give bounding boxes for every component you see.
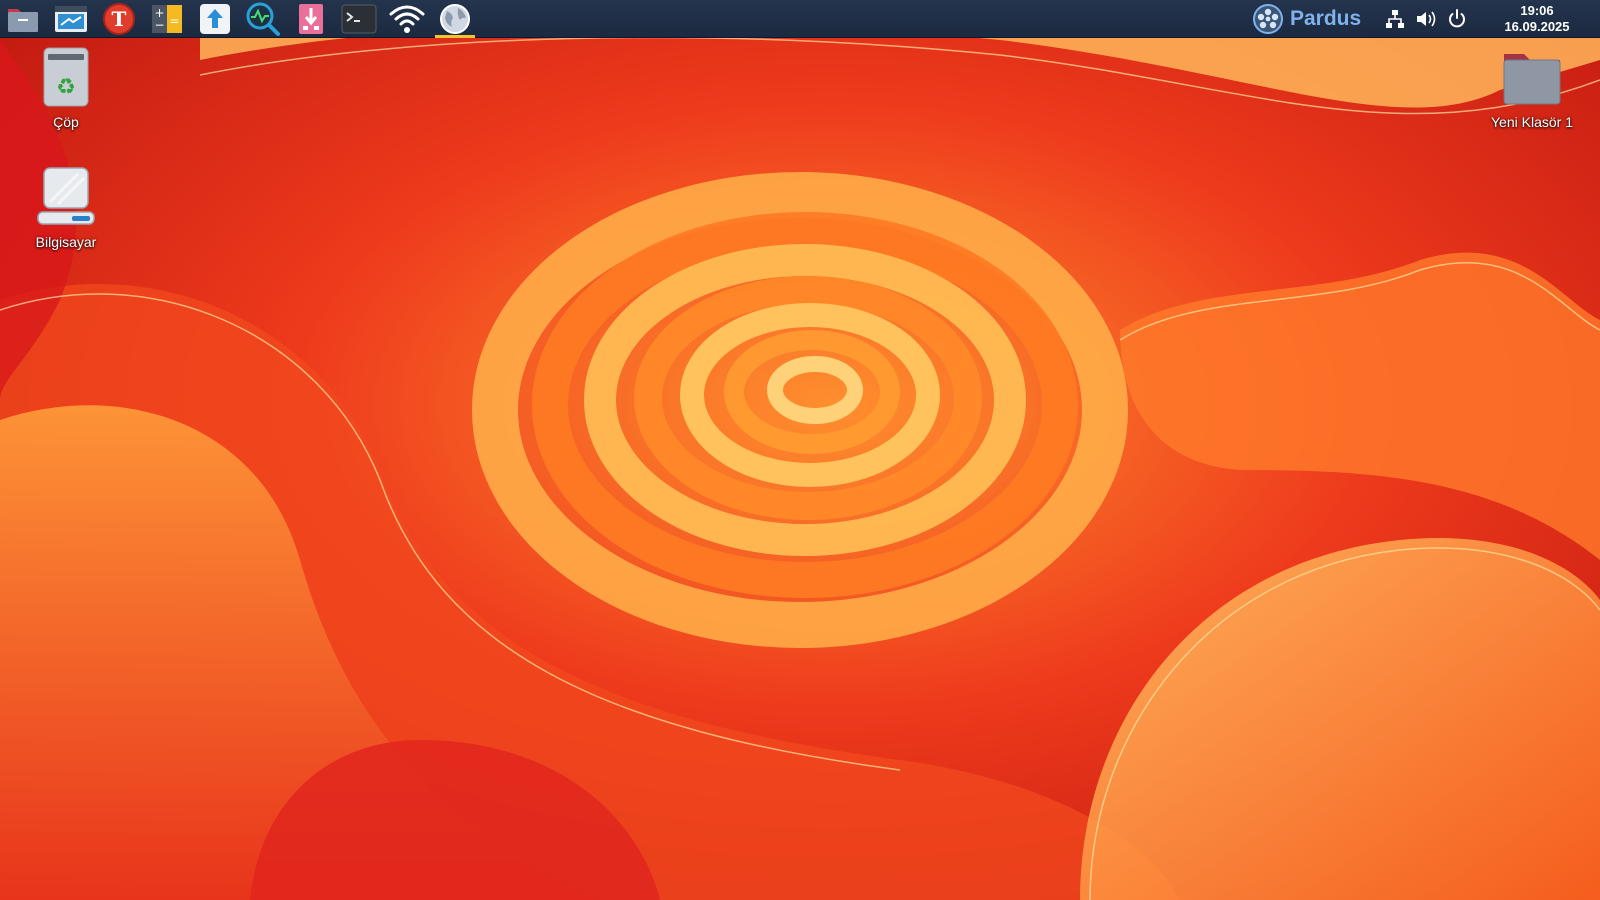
file-manager-icon — [8, 9, 38, 32]
desktop-icon-label: Bilgisayar — [35, 234, 97, 250]
clock-date: 16.09.2025 — [1504, 19, 1570, 34]
svg-text:♻: ♻ — [56, 75, 76, 100]
launcher-terminal[interactable] — [337, 1, 381, 37]
desktop-icon-trash[interactable]: ♻ Çöp — [11, 46, 121, 130]
svg-text:−: − — [154, 18, 164, 32]
calculator-icon: + − = — [152, 5, 182, 33]
clock[interactable]: 19:06 16.09.2025 — [1496, 3, 1578, 35]
network-icon — [1386, 10, 1404, 28]
desktop-icon-computer[interactable]: Bilgisayar — [11, 166, 121, 250]
wallpaper — [0, 0, 1600, 900]
computer-icon — [37, 167, 95, 225]
text-editor-icon: T — [103, 3, 135, 35]
desktop-icon-label: Çöp — [53, 114, 79, 130]
web-browser-icon — [440, 4, 470, 34]
launcher-calculator[interactable]: + − = — [145, 1, 189, 37]
tray-volume[interactable] — [1413, 6, 1439, 32]
launcher-text-editor[interactable]: T — [97, 1, 141, 37]
tray-network[interactable] — [1382, 6, 1408, 32]
folder-icon — [1503, 54, 1561, 105]
top-panel: T + − = Pardus 19:06 16.09.2025 — [0, 0, 1600, 38]
tray-power[interactable] — [1444, 6, 1470, 32]
launcher-usb-writer[interactable] — [289, 1, 333, 37]
software-center-icon — [55, 6, 87, 32]
wifi-icon — [389, 5, 425, 33]
power-icon — [1449, 9, 1465, 28]
system-monitor-icon — [246, 2, 280, 36]
clock-time: 19:06 — [1520, 3, 1554, 18]
pardus-logo-icon — [1253, 4, 1283, 34]
desktop-icon-folder[interactable]: Yeni Klasör 1 — [1477, 46, 1587, 130]
desktop-icon-label: Yeni Klasör 1 — [1491, 114, 1573, 130]
launcher-wifi[interactable] — [385, 1, 429, 37]
launcher-software-center[interactable] — [49, 1, 93, 37]
trash-icon: ♻ — [43, 47, 89, 107]
launcher-file-manager[interactable] — [1, 1, 45, 37]
update-manager-icon — [200, 4, 230, 34]
terminal-icon — [341, 4, 377, 34]
usb-writer-icon — [299, 4, 323, 34]
svg-text:T: T — [112, 7, 127, 31]
desktop-screen: T + − = Pardus 19:06 16.09.2025 ♻ Çöp Bi… — [0, 0, 1600, 900]
launcher-web-browser[interactable] — [433, 1, 477, 38]
launcher-system-monitor[interactable] — [241, 1, 285, 37]
launcher-update-manager[interactable] — [193, 1, 237, 37]
svg-text:=: = — [169, 14, 179, 28]
pardus-label: Pardus — [1290, 7, 1362, 30]
pardus-brand[interactable]: Pardus — [1252, 3, 1361, 35]
volume-icon — [1417, 11, 1436, 27]
